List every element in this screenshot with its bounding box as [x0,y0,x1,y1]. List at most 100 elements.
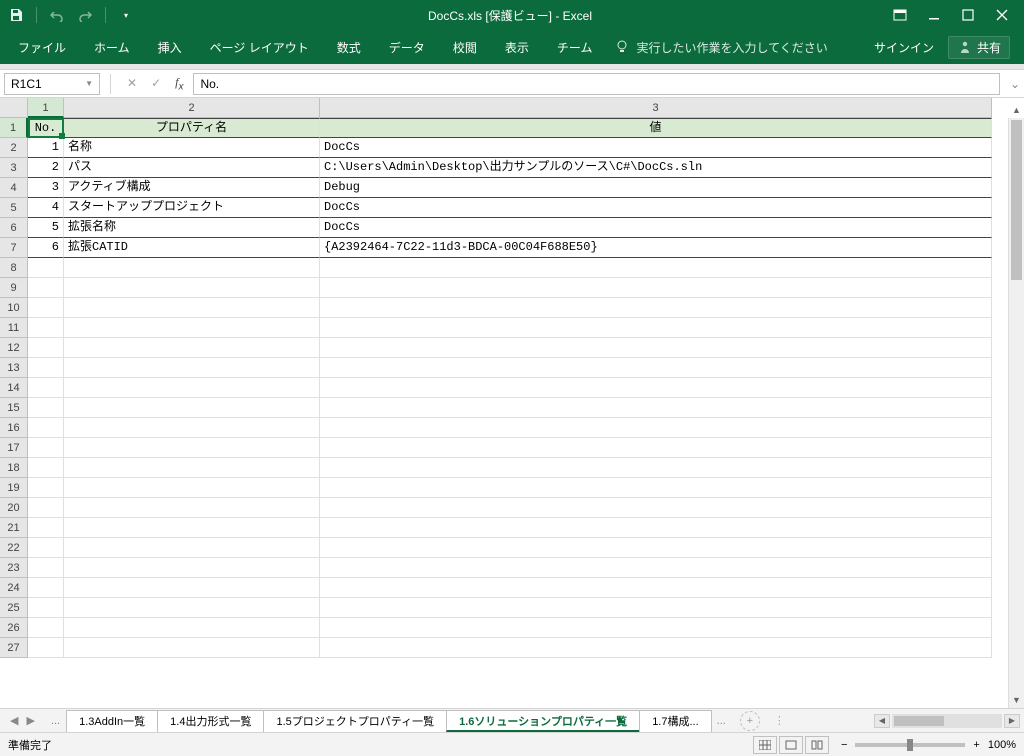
row-header[interactable]: 21 [0,518,28,538]
cell[interactable]: スタートアッププロジェクト [64,198,320,218]
cell[interactable]: 3 [28,178,64,198]
cell[interactable] [28,338,64,358]
cell[interactable] [320,298,992,318]
cell[interactable] [320,578,992,598]
vertical-scrollbar[interactable]: ▲ ▼ [1008,118,1024,708]
cell[interactable] [28,318,64,338]
cell[interactable] [28,538,64,558]
tab-review[interactable]: 校閲 [439,30,491,64]
cell[interactable] [28,298,64,318]
page-break-view-icon[interactable] [805,736,829,754]
cell[interactable]: アクティブ構成 [64,178,320,198]
select-all-corner[interactable] [0,98,28,118]
cell[interactable] [28,498,64,518]
cell[interactable] [28,458,64,478]
cell[interactable] [320,538,992,558]
column-header[interactable]: 2 [64,98,320,118]
sheet-nav-ellipsis[interactable]: ... [45,715,66,727]
sign-in-link[interactable]: サインイン [874,39,934,56]
cell[interactable]: 拡張名称 [64,218,320,238]
row-header[interactable]: 23 [0,558,28,578]
row-header[interactable]: 13 [0,358,28,378]
chevron-down-icon[interactable]: ▼ [85,79,93,88]
row-header[interactable]: 3 [0,158,28,178]
cell[interactable] [28,378,64,398]
tab-team[interactable]: チーム [543,30,607,64]
maximize-icon[interactable] [960,7,976,23]
cell[interactable] [28,478,64,498]
zoom-level[interactable]: 100% [988,739,1016,751]
cell[interactable] [64,518,320,538]
cell[interactable] [64,338,320,358]
cell[interactable] [320,338,992,358]
row-header[interactable]: 7 [0,238,28,258]
scroll-thumb[interactable] [894,716,944,726]
cell[interactable] [320,438,992,458]
scroll-up-icon[interactable]: ▲ [1009,102,1024,118]
cell[interactable] [320,598,992,618]
normal-view-icon[interactable] [753,736,777,754]
cell[interactable] [28,638,64,658]
row-header[interactable]: 24 [0,578,28,598]
column-header[interactable]: 3 [320,98,992,118]
cell[interactable] [28,618,64,638]
cell[interactable] [64,498,320,518]
cell[interactable] [64,418,320,438]
minimize-icon[interactable] [926,7,942,23]
cell[interactable] [64,458,320,478]
cell[interactable] [320,498,992,518]
cell[interactable] [320,318,992,338]
cell[interactable] [28,558,64,578]
row-header[interactable]: 25 [0,598,28,618]
header-cell-property[interactable]: プロパティ名 [64,118,320,138]
tab-page-layout[interactable]: ページ レイアウト [196,30,323,64]
row-header[interactable]: 4 [0,178,28,198]
scroll-right-icon[interactable]: ▶ [1004,714,1020,728]
cell[interactable] [28,398,64,418]
sheet-nav-ellipsis-right[interactable]: ... [711,715,732,727]
close-icon[interactable] [994,7,1010,23]
add-sheet-button[interactable]: + [740,711,760,731]
redo-icon[interactable] [77,7,93,23]
cell[interactable]: DocCs [320,198,992,218]
scroll-down-icon[interactable]: ▼ [1009,692,1024,708]
scroll-thumb[interactable] [1011,120,1022,280]
row-header[interactable]: 20 [0,498,28,518]
tab-view[interactable]: 表示 [491,30,543,64]
row-header[interactable]: 9 [0,278,28,298]
cell[interactable]: パス [64,158,320,178]
page-layout-view-icon[interactable] [779,736,803,754]
cell[interactable] [64,398,320,418]
tell-me-search[interactable]: 実行したい作業を入力してください [614,39,827,56]
cell[interactable] [320,418,992,438]
cell[interactable] [320,378,992,398]
cell[interactable]: 5 [28,218,64,238]
tab-insert[interactable]: 挿入 [144,30,196,64]
sheet-tab[interactable]: 1.7構成... [639,710,711,732]
qat-customize-icon[interactable]: ▾ [118,7,134,23]
cell[interactable] [64,538,320,558]
cancel-formula-icon[interactable]: ✕ [127,76,137,90]
cell[interactable]: {A2392464-7C22-11d3-BDCA-00C04F688E50} [320,238,992,258]
cell[interactable] [28,598,64,618]
share-button[interactable]: 共有 [948,36,1010,59]
cell[interactable] [320,618,992,638]
prev-sheet-icon[interactable]: ◀ [10,714,18,727]
cell[interactable] [64,258,320,278]
cell[interactable] [64,358,320,378]
next-sheet-icon[interactable]: ▶ [26,714,34,727]
sheet-tab[interactable]: 1.3AddIn一覧 [66,710,158,732]
zoom-in-button[interactable]: + [973,739,979,751]
cell[interactable] [320,258,992,278]
cell[interactable] [320,458,992,478]
horizontal-scrollbar[interactable]: ◀ ▶ [874,714,1024,728]
fx-icon[interactable]: fx [175,75,183,92]
tab-file[interactable]: ファイル [4,30,80,64]
cell[interactable] [28,418,64,438]
cell[interactable]: DocCs [320,138,992,158]
row-header[interactable]: 16 [0,418,28,438]
row-header[interactable]: 2 [0,138,28,158]
cell[interactable] [320,278,992,298]
enter-formula-icon[interactable]: ✓ [151,76,161,90]
cell[interactable]: C:\Users\Admin\Desktop\出力サンプルのソース\C#\Doc… [320,158,992,178]
